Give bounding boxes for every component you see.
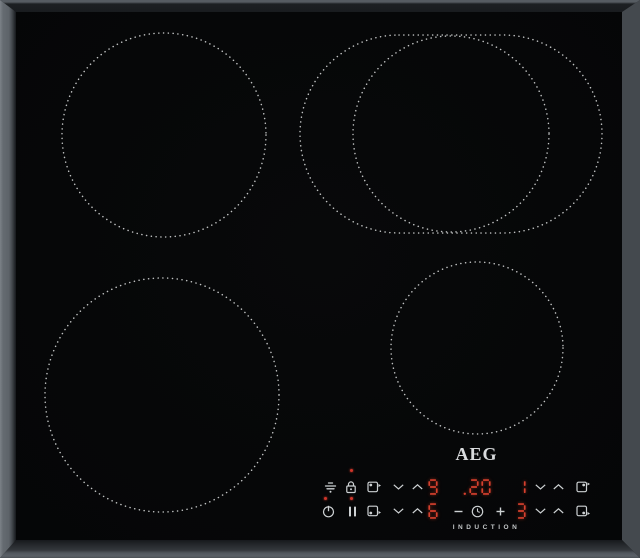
chevron-down-icon[interactable] [392, 483, 404, 490]
hob2hood-indicator-led [324, 497, 327, 500]
left-front-power-display [428, 503, 438, 519]
chevron-down-icon[interactable] [534, 507, 546, 514]
chevron-up-icon[interactable] [552, 483, 564, 490]
chevron-down-icon[interactable] [534, 483, 546, 490]
hob2hood-icon[interactable] [322, 479, 338, 495]
induction-hob: AEG INDUCTION [0, 0, 640, 558]
plus-icon[interactable] [492, 503, 508, 519]
right-front-power-display [516, 503, 526, 519]
zone-left-rear [62, 33, 266, 237]
zone-right-rear-oval [300, 35, 602, 233]
brand-logo: AEG [436, 444, 517, 465]
zone-left-front-select-icon[interactable] [366, 503, 382, 519]
chevron-up-icon[interactable] [411, 507, 423, 514]
zone-left-front [45, 278, 279, 512]
chevron-down-icon[interactable] [392, 507, 404, 514]
cooking-zones [0, 0, 640, 558]
lock-icon[interactable] [343, 479, 359, 495]
pause-icon[interactable] [344, 503, 360, 519]
right-rear-power-display [516, 479, 526, 495]
power-icon[interactable] [320, 503, 336, 519]
zone-right-rear-circle [353, 36, 549, 232]
chevron-up-icon[interactable] [552, 507, 564, 514]
zone-right-front [391, 262, 563, 434]
pause-indicator-led [350, 497, 353, 500]
chevron-up-icon[interactable] [411, 483, 423, 490]
lock-indicator-led [350, 469, 353, 472]
zone-left-rear-select-icon[interactable] [366, 479, 382, 495]
timer-clock-icon[interactable] [469, 503, 485, 519]
product-label: INDUCTION [416, 524, 557, 531]
pan-right-rear-icon[interactable] [575, 479, 591, 495]
pan-right-front-icon[interactable] [575, 503, 591, 519]
minus-icon[interactable] [450, 503, 466, 519]
left-rear-power-display [428, 479, 438, 495]
timer-display [463, 479, 491, 495]
